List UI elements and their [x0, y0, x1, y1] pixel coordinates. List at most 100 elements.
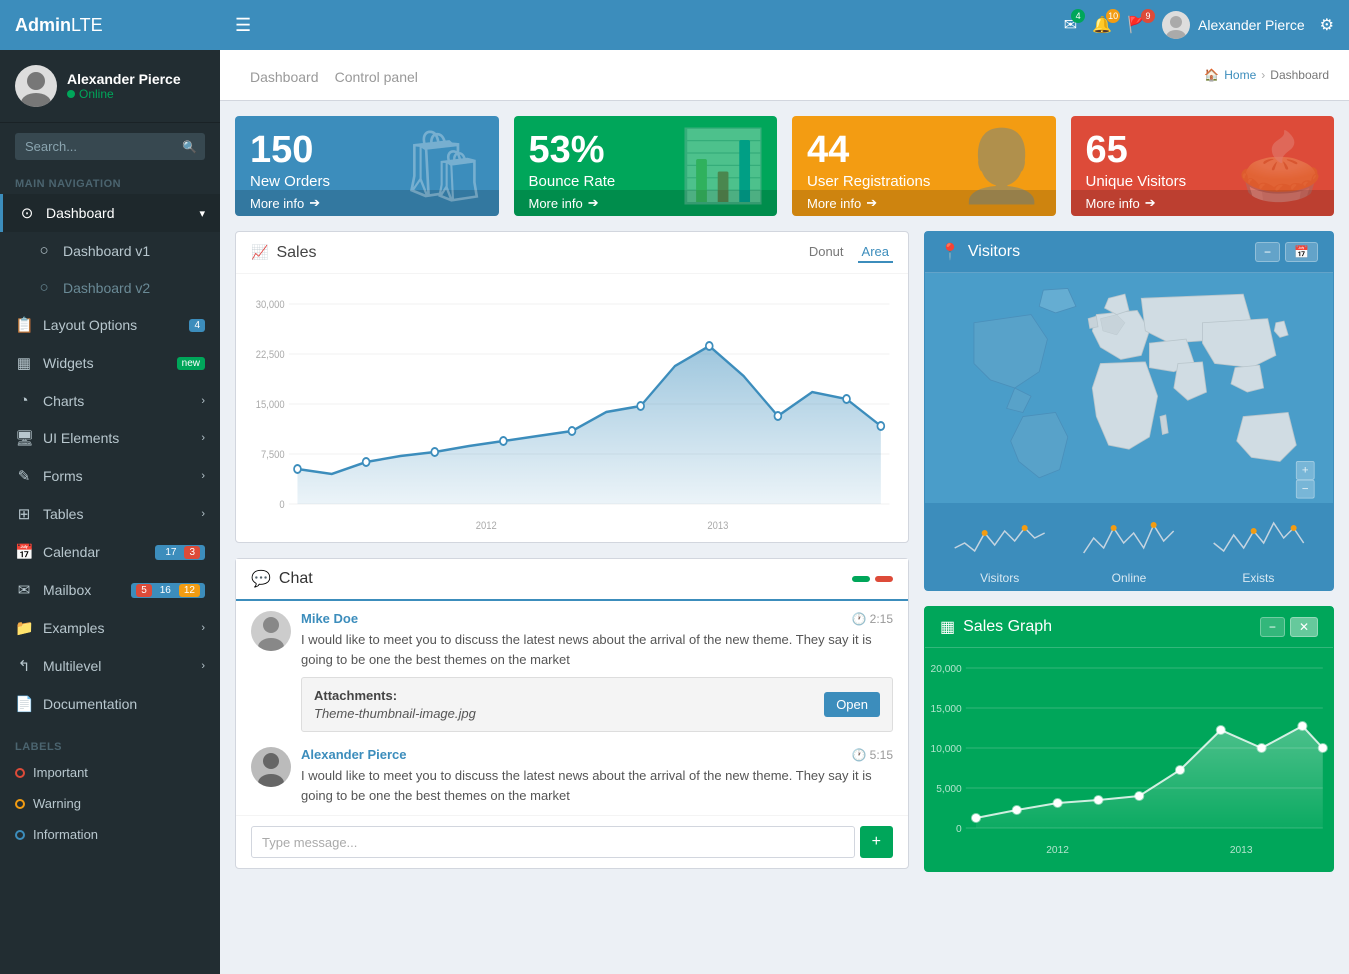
bounce-bg-icon: 📊 — [680, 126, 767, 208]
chat-name-1[interactable]: Mike Doe — [301, 611, 358, 626]
sales-chart-container: 30,000 22,500 15,000 7,500 0 2012 2013 — [236, 274, 908, 542]
chat-box: 💬 Chat — [235, 558, 909, 869]
label-information-text: Information — [33, 827, 98, 842]
world-map: + − — [925, 273, 1333, 503]
mailbox-badge-1: 5 — [136, 584, 152, 597]
svg-text:20,000: 20,000 — [931, 664, 963, 675]
label-information[interactable]: Information — [0, 819, 220, 850]
dashboard-icon: ⊙ — [18, 204, 36, 222]
clock-icon: 🕐 — [852, 748, 867, 762]
label-important-text: Important — [33, 765, 88, 780]
bounce-more-text: More info — [529, 196, 583, 211]
notifications-badge: 10 — [1106, 9, 1120, 23]
sidebar-item-forms[interactable]: ✎ Forms › — [0, 457, 220, 495]
sidebar-item-mailbox[interactable]: ✉ Mailbox 5 16 12 — [0, 571, 220, 609]
breadcrumb: 🏠 Home › Dashboard — [1204, 68, 1329, 82]
vis-more-text: More info — [1086, 196, 1140, 211]
sales-graph-box: ▦ Sales Graph − ✕ — [924, 606, 1334, 872]
chat-text-2: I would like to meet you to discuss the … — [301, 766, 893, 805]
username-top: Alexander Pierce — [1198, 17, 1305, 33]
ui-icon: 🖥 — [15, 429, 33, 447]
visitors-minimize[interactable]: − — [1255, 242, 1280, 262]
svg-text:30,000: 30,000 — [256, 299, 285, 311]
search-icon: 🔍 — [182, 140, 197, 154]
app-logo: AdminLTE — [15, 15, 235, 36]
sidebar-item-tables[interactable]: ⊞ Tables › — [0, 495, 220, 533]
sidebar-item-multilevel[interactable]: ↰ Multilevel › — [0, 647, 220, 685]
sparkline-visitors-label: Visitors — [935, 571, 1064, 585]
nav-right: ✉ 4 🔔 10 🚩 9 Alexander Pierce ⚙ — [1064, 11, 1334, 39]
tab-donut[interactable]: Donut — [805, 242, 848, 263]
search-box: 🔍 — [0, 123, 220, 170]
sales-graph-minimize[interactable]: − — [1260, 617, 1285, 637]
chat-time-2: 🕐 5:15 — [852, 748, 893, 762]
flags-icon[interactable]: 🚩 9 — [1127, 15, 1147, 35]
sidebar: Alexander Pierce Online 🔍 MAIN NAVIGATIO… — [0, 50, 220, 974]
search-wrapper: 🔍 — [15, 133, 205, 160]
sales-graph-close[interactable]: ✕ — [1290, 617, 1318, 637]
chevron-down-icon: ▾ — [199, 207, 205, 220]
open-attachment-button[interactable]: Open — [824, 692, 880, 717]
svg-text:5,000: 5,000 — [936, 784, 962, 795]
reg-more-text: More info — [807, 196, 861, 211]
chat-tool-red[interactable] — [875, 576, 893, 582]
sales-graph-tools: − ✕ — [1260, 617, 1318, 637]
attachment-label: Attachments: — [314, 688, 476, 703]
user-menu[interactable]: Alexander Pierce — [1162, 11, 1305, 39]
breadcrumb-home[interactable]: Home — [1224, 68, 1256, 82]
clock-icon: 🕐 — [852, 612, 867, 626]
search-input[interactable] — [15, 133, 205, 160]
label-warning-text: Warning — [33, 796, 81, 811]
chart-icon: 📈 — [251, 244, 268, 261]
circle-icon: ○ — [35, 279, 53, 296]
attachment-info: Attachments: Theme-thumbnail-image.jpg — [314, 688, 476, 721]
svg-text:22,500: 22,500 — [256, 349, 285, 361]
sparkline-exists: Exists — [1194, 513, 1323, 585]
chat-send-button[interactable]: + — [860, 826, 893, 858]
multilevel-icon: ↰ — [15, 657, 33, 675]
mailbox-badge-3: 12 — [179, 584, 200, 597]
sidebar-item-dashboard[interactable]: ⊙ Dashboard ▾ — [0, 194, 220, 232]
label-warning[interactable]: Warning — [0, 788, 220, 819]
tables-icon: ⊞ — [15, 505, 33, 523]
logo-bold: LTE — [71, 15, 103, 35]
chat-message-1: Mike Doe 🕐 2:15 I would like to meet you… — [251, 611, 893, 732]
chat-name-2[interactable]: Alexander Pierce — [301, 747, 407, 762]
sidebar-item-label: Multilevel — [43, 658, 191, 674]
sidebar-item-dashboard-v2[interactable]: ○ Dashboard v2 — [0, 269, 220, 306]
chat-content-1: Mike Doe 🕐 2:15 I would like to meet you… — [301, 611, 893, 732]
sales-chart-box: 📈 Sales Donut Area — [235, 231, 909, 543]
sidebar-item-calendar[interactable]: 📅 Calendar 17 3 — [0, 533, 220, 571]
chat-tool-green[interactable] — [852, 576, 870, 582]
sidebar-item-ui[interactable]: 🖥 UI Elements › — [0, 419, 220, 457]
chat-input[interactable] — [251, 826, 855, 858]
notifications-icon[interactable]: 🔔 10 — [1092, 15, 1112, 35]
sidebar-item-widgets[interactable]: ▦ Widgets new — [0, 344, 220, 382]
visitors-title: 📍 Visitors — [940, 242, 1020, 262]
calendar-badge-1: 17 — [160, 546, 181, 559]
grid-icon: ▦ — [940, 617, 955, 637]
sidebar-item-layout[interactable]: 📋 Layout Options 4 — [0, 306, 220, 344]
tab-area[interactable]: Area — [858, 242, 893, 263]
arrow-right-icon: ➔ — [866, 195, 877, 211]
sparkline-visitors: Visitors — [935, 513, 1064, 585]
visitors-calendar-btn[interactable]: 📅 — [1285, 242, 1318, 262]
chat-messages-scroll[interactable]: Mike Doe 🕐 2:15 I would like to meet you… — [236, 601, 908, 815]
page-wrapper: Alexander Pierce Online 🔍 MAIN NAVIGATIO… — [0, 50, 1349, 974]
sidebar-item-charts[interactable]: ◔ Charts › — [0, 382, 220, 419]
user-avatar — [15, 65, 57, 107]
chart-tabs: Donut Area — [805, 242, 893, 263]
sidebar-toggle[interactable]: ☰ — [235, 15, 251, 36]
sidebar-item-docs[interactable]: 📄 Documentation — [0, 685, 220, 723]
label-important[interactable]: Important — [0, 757, 220, 788]
sidebar-item-dashboard-v1[interactable]: ○ Dashboard v1 — [0, 232, 220, 269]
sidebar-item-examples[interactable]: 📁 Examples › — [0, 609, 220, 647]
sparkline-online-svg — [1064, 513, 1193, 563]
sparkline-exists-label: Exists — [1194, 571, 1323, 585]
messages-badge: 4 — [1071, 9, 1085, 23]
user-panel-name: Alexander Pierce — [67, 71, 181, 87]
status-dot — [67, 90, 75, 98]
messages-icon[interactable]: ✉ 4 — [1064, 15, 1077, 35]
warning-dot — [15, 799, 25, 809]
settings-icon[interactable]: ⚙ — [1320, 15, 1334, 35]
